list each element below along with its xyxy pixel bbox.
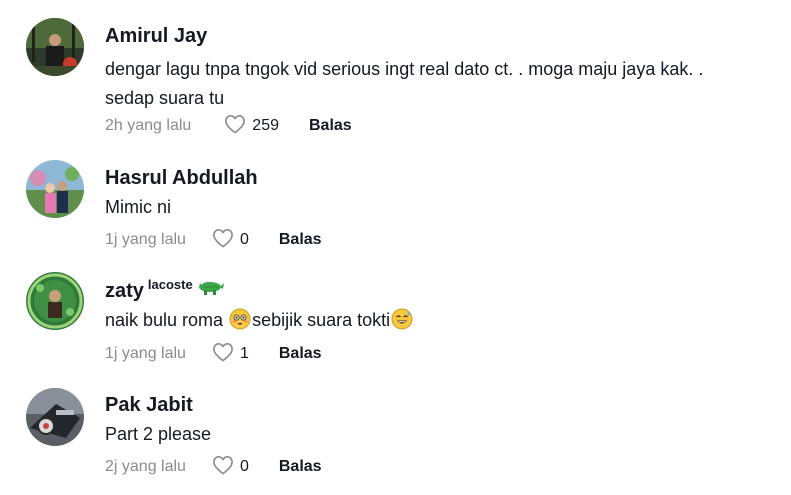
comment-text: Part 2 please [105,420,785,449]
comment-text-line: dengar lagu tnpa tngok vid serious ingt … [105,59,704,79]
comment-text-line: Part 2 please [105,424,212,444]
crocodile-icon [194,275,224,302]
heart-outline-icon[interactable] [212,228,234,253]
user-avatar[interactable] [26,160,84,218]
user-avatar[interactable] [26,272,84,330]
user-avatar[interactable] [26,18,84,76]
comment-time: 1j yang lalu [105,231,186,248]
username[interactable]: zaty [105,279,144,303]
comment-text-part: sebijik suara tokti [252,310,391,330]
username[interactable]: Pak Jabit [105,393,193,417]
like-button[interactable]: 259 [224,114,279,139]
heart-outline-icon[interactable] [224,114,246,139]
username[interactable]: Amirul Jay [105,24,207,48]
comment-time: 1j yang lalu [105,345,186,362]
comment-text: naik bulu roma sebijik suara tokti [105,306,785,339]
reply-button[interactable]: Balas [309,117,352,135]
comment-text-part: naik bulu roma [105,310,229,330]
comment-text-line: sedap suara tu [105,88,225,108]
user-avatar[interactable] [26,388,84,446]
like-button[interactable]: 0 [212,228,249,253]
comment-time: 2j yang lalu [105,458,186,475]
comment-text: dengar lagu tnpa tngok vid serious ingt … [105,55,785,113]
reply-button[interactable]: Balas [279,345,322,363]
reply-button[interactable]: Balas [279,458,322,476]
like-button[interactable]: 0 [212,455,249,480]
like-count: 0 [239,458,249,475]
like-button[interactable]: 1 [212,342,249,367]
flushed-face-emoji [229,308,251,339]
reply-button[interactable]: Balas [279,231,322,249]
comment-text: Mimic ni [105,193,785,222]
comment-text-line: Mimic ni [105,197,171,217]
heart-outline-icon[interactable] [212,342,234,367]
like-count: 1 [239,345,249,362]
like-count: 259 [252,117,279,134]
like-count: 0 [239,231,249,248]
comment-time: 2h yang lalu [105,117,192,134]
sweat-smile-emoji [391,308,413,339]
username[interactable]: Hasrul Abdullah [105,166,258,190]
username-suffix: lacoste [147,277,193,292]
comment-text-line: naik bulu roma sebijik suara tokti [105,306,785,339]
heart-outline-icon[interactable] [212,455,234,480]
